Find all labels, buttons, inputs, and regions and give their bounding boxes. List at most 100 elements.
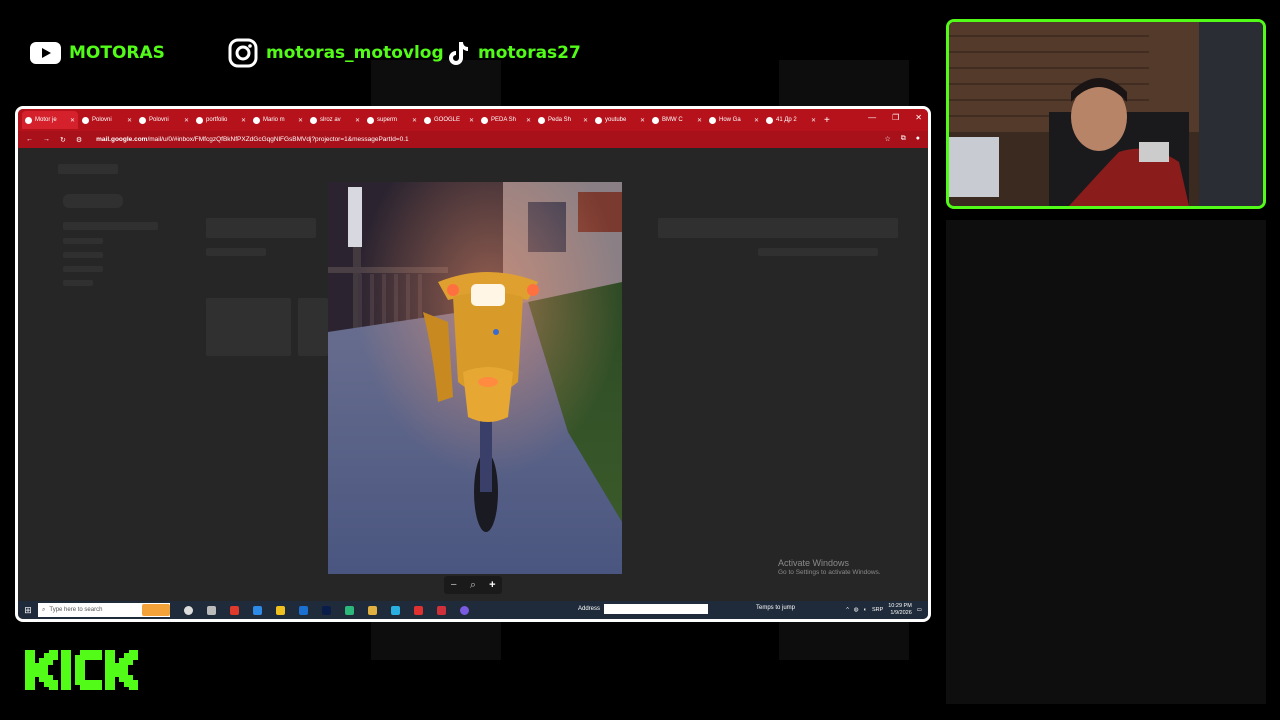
browser-tab[interactable]: superm ✕ <box>364 111 420 129</box>
browser-tab[interactable]: Polovni ✕ <box>136 111 192 129</box>
tab-close-icon[interactable]: ✕ <box>526 117 531 124</box>
tab-label: PEDA Sh <box>491 117 517 123</box>
tab-label: How Ga <box>719 117 741 123</box>
url-field[interactable]: mail.google.com/mail/u/0/#inbox/FMfcgzQf… <box>96 136 409 143</box>
edge-icon[interactable] <box>253 605 262 615</box>
nav-ghost <box>63 222 158 230</box>
nav-ghost <box>63 280 93 286</box>
tiktok-handle: motoras27 <box>446 36 581 70</box>
photoshop-icon[interactable] <box>322 605 331 615</box>
browser-tab[interactable]: portfolio ✕ <box>193 111 249 129</box>
tab-close-icon[interactable]: ✕ <box>754 117 759 124</box>
browser-tab[interactable]: How Ga ✕ <box>706 111 762 129</box>
tab-label: Polovni <box>92 117 112 123</box>
tab-close-icon[interactable]: ✕ <box>298 117 303 124</box>
windows-taskbar: ⊞ ⌕ Type here to search Address Temps to… <box>18 601 928 619</box>
zoom-in-button[interactable]: + <box>489 579 495 591</box>
chrome-icon[interactable] <box>276 605 285 615</box>
restore-icon[interactable]: ❐ <box>892 113 899 122</box>
instagram-label: motoras_motovlog <box>266 43 444 63</box>
browser-tab[interactable]: Peda Sh ✕ <box>535 111 591 129</box>
folder-icon[interactable] <box>368 605 377 615</box>
browser-tab[interactable]: youtube ✕ <box>592 111 648 129</box>
tab-close-icon[interactable]: ✕ <box>697 117 702 124</box>
minimize-icon[interactable]: — <box>868 113 876 122</box>
image-zoom-controls: − ⌕ + <box>444 576 502 594</box>
tab-close-icon[interactable]: ✕ <box>583 117 588 124</box>
volume-icon[interactable]: ◐ <box>864 607 867 613</box>
clock[interactable]: 10:29 PM 1/9/2026 <box>888 603 912 617</box>
network-icon[interactable]: ◍ <box>854 607 859 613</box>
language-indicator[interactable]: SRP <box>872 607 883 613</box>
tab-close-icon[interactable]: ✕ <box>640 117 645 124</box>
clock-date: 1/9/2026 <box>890 610 912 616</box>
url-path: /mail/u/0/#inbox/FMfcgzQfBkNfPXZdGcGqgNl… <box>147 136 409 143</box>
tab-label: Polovni <box>149 117 169 123</box>
tab-favicon-icon <box>481 116 488 124</box>
taskbar-address-toolbar: Address <box>578 604 709 614</box>
tab-favicon-icon <box>595 116 602 124</box>
close-icon[interactable]: ✕ <box>915 113 922 122</box>
address-label: Address <box>578 606 601 612</box>
browser-tab[interactable]: Motor je ✕ <box>22 111 78 129</box>
taskbar-search[interactable]: ⌕ Type here to search <box>38 603 170 617</box>
browser-tab[interactable]: PEDA Sh ✕ <box>478 111 534 129</box>
tab-close-icon[interactable]: ✕ <box>469 117 474 124</box>
tab-favicon-icon <box>709 116 716 124</box>
windows-start-icon[interactable]: ⊞ <box>18 605 38 616</box>
youtube-icon <box>30 42 61 64</box>
activate-windows-watermark: Activate Windows Go to Settings to activ… <box>778 558 881 576</box>
tab-bar: Motor je ✕ Polovni ✕ Polovni ✕ portfolio ✕ Mario… <box>18 109 928 131</box>
window-controls: — ❐ ✕ <box>868 113 922 122</box>
compose-ghost <box>63 194 123 208</box>
forward-icon[interactable]: → <box>43 136 50 143</box>
system-tray: ^ ◍ ◐ SRP 10:29 PM 1/9/2026 ▭ <box>846 603 922 617</box>
notifications-icon[interactable]: ▭ <box>917 607 922 613</box>
profile-avatar[interactable]: ● <box>916 135 920 143</box>
bookmark-star-icon[interactable]: ☆ <box>884 135 890 143</box>
extensions-icon[interactable]: ⧉ <box>901 135 906 143</box>
tab-close-icon[interactable]: ✕ <box>355 117 360 124</box>
new-tab-button[interactable]: + <box>824 115 830 126</box>
weather-widget[interactable]: Temps to jump <box>756 605 795 611</box>
scooter-photo[interactable] <box>328 182 622 574</box>
app-icon[interactable] <box>345 605 354 615</box>
tab-favicon-icon <box>196 116 203 124</box>
tab-close-icon[interactable]: ✕ <box>127 117 132 124</box>
task-view-icon[interactable] <box>207 605 216 615</box>
search-highlight-icon <box>142 604 170 616</box>
address-input[interactable] <box>604 604 709 614</box>
app-icon[interactable] <box>414 605 423 615</box>
cortana-icon[interactable] <box>184 605 193 615</box>
browser-tab[interactable]: BMW C ✕ <box>649 111 705 129</box>
app-icon[interactable] <box>230 605 239 615</box>
browser-tab[interactable]: GOOGLE ✕ <box>421 111 477 129</box>
browser-tab[interactable]: Polovni ✕ <box>79 111 135 129</box>
chrome-active-icon[interactable] <box>437 605 446 615</box>
tab-close-icon[interactable]: ✕ <box>811 117 816 124</box>
subject-ghost <box>206 218 316 238</box>
tab-label: BMW C <box>662 117 683 123</box>
browser-tab[interactable]: slroz av ✕ <box>307 111 363 129</box>
tab-close-icon[interactable]: ✕ <box>70 117 75 124</box>
tiktok-icon <box>446 40 470 66</box>
attachment-ghost <box>298 298 328 356</box>
tab-close-icon[interactable]: ✕ <box>412 117 417 124</box>
date-ghost <box>758 248 878 256</box>
app-icon[interactable] <box>299 605 308 615</box>
browser-tab[interactable]: Mario m ✕ <box>250 111 306 129</box>
body-ghost <box>658 218 898 238</box>
app-icon[interactable] <box>460 605 469 615</box>
gmail-logo-ghost <box>58 164 118 174</box>
tab-close-icon[interactable]: ✕ <box>241 117 246 124</box>
tab-favicon-icon <box>82 116 89 124</box>
app-icon[interactable] <box>391 605 400 615</box>
zoom-reset-icon[interactable]: ⌕ <box>470 579 476 592</box>
reload-icon[interactable]: ↻ <box>60 136 66 144</box>
tray-chevron-icon[interactable]: ^ <box>846 607 849 613</box>
zoom-out-button[interactable]: − <box>450 579 456 591</box>
back-icon[interactable]: ← <box>26 136 33 143</box>
tab-close-icon[interactable]: ✕ <box>184 117 189 124</box>
site-info-icon[interactable]: ⚙ <box>76 136 82 144</box>
browser-tab[interactable]: 41 Др 2 ✕ <box>763 111 819 129</box>
